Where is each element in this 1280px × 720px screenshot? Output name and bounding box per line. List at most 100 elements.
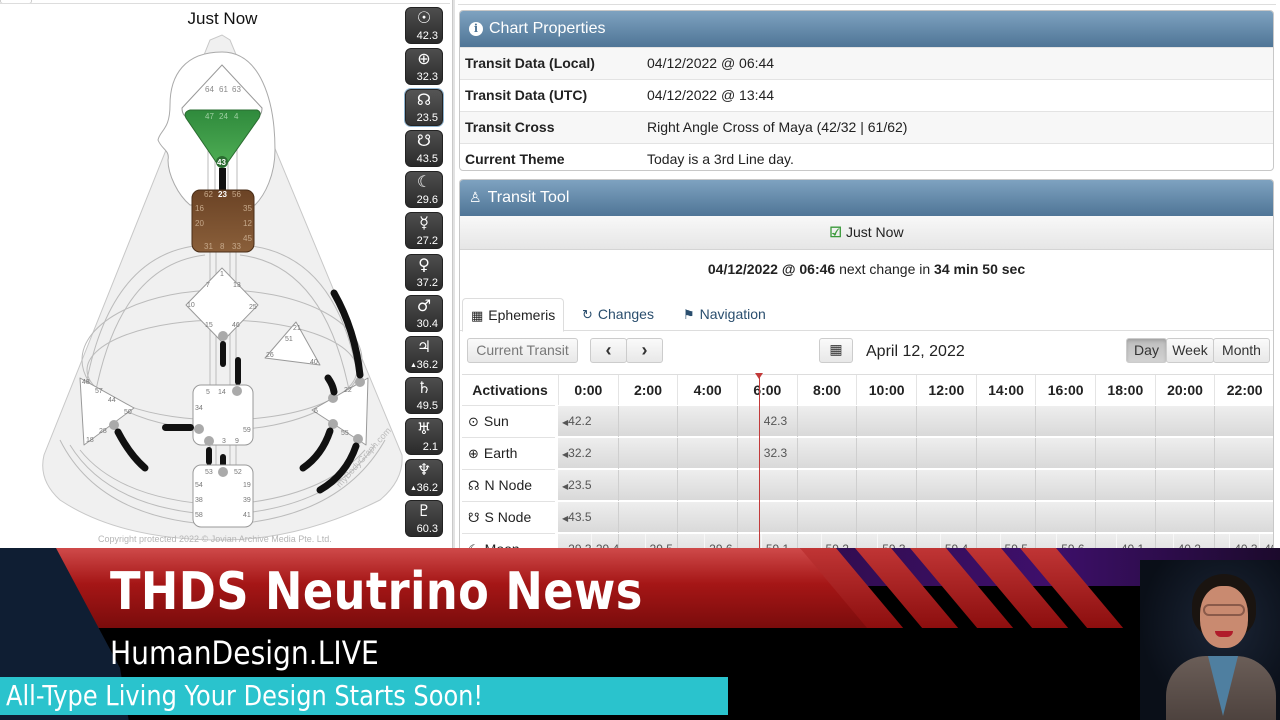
current-transit-button[interactable]: Current Transit bbox=[467, 338, 578, 363]
planet-gate-value: 23.5 bbox=[416, 112, 438, 125]
planet-button-north-node[interactable]: ☊ 23.5 bbox=[405, 89, 443, 127]
neptune-icon: ♆ bbox=[416, 460, 432, 480]
property-key: Transit Cross bbox=[465, 119, 555, 135]
activation-segment[interactable]: 42.3 bbox=[758, 406, 787, 437]
svg-text:3: 3 bbox=[222, 438, 226, 445]
activation-row: ☊ N Node ◀23.5 bbox=[462, 469, 1273, 501]
planet-button-south-node[interactable]: ☋ 43.5 bbox=[405, 130, 443, 168]
hour-gridline bbox=[737, 406, 738, 437]
planet-button-pluto[interactable]: ♇ 60.3 bbox=[405, 500, 443, 538]
planet-button-mercury[interactable]: ☿ 27.2 bbox=[405, 212, 443, 250]
planet-button-saturn[interactable]: ♄ 49.5 bbox=[405, 376, 443, 414]
just-now-button[interactable]: ☑ Just Now bbox=[460, 216, 1273, 250]
svg-text:6: 6 bbox=[314, 408, 318, 415]
property-row: Current Theme Today is a 3rd Line day. bbox=[460, 143, 1273, 170]
chart-title: Just Now bbox=[187, 9, 258, 28]
activations-header: Activations bbox=[472, 382, 548, 398]
activation-segment[interactable]: ◀43.5 bbox=[558, 502, 592, 533]
calendar-button[interactable]: ▦ bbox=[819, 338, 853, 363]
next-change-datetime: 04/12/2022 @ 06:46 bbox=[707, 261, 836, 277]
svg-text:48: 48 bbox=[82, 379, 90, 386]
planet-gate-value: 32.3 bbox=[416, 71, 438, 84]
planet-button-venus[interactable]: ♀ 37.2 bbox=[405, 253, 443, 291]
gate-line-value: 43.5 bbox=[568, 510, 592, 524]
channel-23-43 bbox=[219, 168, 226, 192]
hour-gridline bbox=[1095, 438, 1096, 469]
ticker-text: All-Type Living Your Design Starts Soon! bbox=[6, 679, 484, 712]
svg-text:35: 35 bbox=[243, 204, 252, 213]
activation-track: ◀43.5 bbox=[558, 501, 1273, 533]
tab-changes[interactable]: ↻ Changes bbox=[574, 298, 662, 332]
mars-icon: ♂ bbox=[416, 295, 432, 315]
moon-icon: ☾ bbox=[416, 172, 432, 192]
grid-header: Activations 0:00 2:00 4:00 6:00 8:00 10:00 12:0… bbox=[462, 374, 1273, 406]
activation-segment[interactable]: 32.3 bbox=[758, 438, 788, 469]
planet-button-earth[interactable]: ⊕ 32.3 bbox=[405, 48, 443, 86]
svg-text:14: 14 bbox=[218, 389, 226, 396]
activation-track: ◀32.2 32.3 bbox=[558, 437, 1273, 469]
pluto-icon: ♇ bbox=[416, 501, 432, 521]
signpost-icon: ⚑ bbox=[683, 308, 695, 323]
activation-label[interactable]: ☋ S Node bbox=[462, 501, 555, 532]
hour-header: 2:00 bbox=[617, 375, 678, 406]
planet-button-mars[interactable]: ♂ 30.4 bbox=[405, 294, 443, 332]
saturn-icon: ♄ bbox=[416, 377, 432, 397]
hour-gridline bbox=[1095, 406, 1096, 437]
hour-gridline bbox=[1035, 438, 1037, 469]
property-key: Transit Data (UTC) bbox=[465, 87, 588, 103]
activation-segment[interactable]: ◀23.5 bbox=[558, 470, 592, 501]
activation-label[interactable]: ⊕ Earth bbox=[462, 437, 555, 468]
svg-text:46: 46 bbox=[232, 322, 240, 329]
mercury-icon: ☿ bbox=[419, 213, 429, 233]
planet-button-sun[interactable]: ☉ 42.3 bbox=[405, 7, 443, 44]
svg-text:1: 1 bbox=[220, 271, 224, 278]
tab-ephemeris[interactable]: ▦ Ephemeris bbox=[462, 298, 565, 332]
hour-gridline bbox=[1214, 406, 1216, 437]
planet-button-uranus[interactable]: ♅ 2.1 bbox=[405, 417, 443, 455]
next-button[interactable]: › bbox=[626, 338, 663, 363]
range-month-button[interactable]: Month bbox=[1213, 338, 1270, 363]
planet-button-neptune[interactable]: ♆ ▲ 36.2 bbox=[405, 459, 443, 497]
date-label: April 12, 2022 bbox=[866, 343, 965, 360]
planet-button-moon[interactable]: ☾ 29.6 bbox=[405, 171, 443, 209]
channel-2-14 bbox=[220, 341, 226, 367]
bodygraph-panel: 64 61 63 47 24 4 43 62 56 16 35 20 12 45 31 8 33 2… bbox=[0, 0, 450, 550]
activation-row: ⊕ Earth ◀32.2 32.3 bbox=[462, 437, 1273, 469]
range-day-button[interactable]: Day bbox=[1126, 338, 1167, 363]
s-node-icon: ☋ bbox=[468, 511, 480, 526]
planet-name: Sun bbox=[483, 413, 509, 429]
prev-button[interactable]: ‹ bbox=[590, 338, 627, 363]
bodygraph-svg[interactable]: 64 61 63 47 24 4 43 62 56 16 35 20 1245 31 8 33 2… bbox=[0, 0, 405, 550]
copyright-text: Copyright protected 2022 © Jovian Archiv… bbox=[98, 534, 332, 544]
property-value: 04/12/2022 @ 06:44 bbox=[647, 55, 775, 71]
activation-label[interactable]: ☊ N Node bbox=[462, 469, 555, 500]
svg-text:24: 24 bbox=[219, 112, 228, 121]
site-name: HumanDesign.LIVE bbox=[110, 634, 379, 672]
hour-gridline bbox=[677, 406, 679, 437]
svg-text:31: 31 bbox=[204, 242, 213, 251]
calendar-icon: ▦ bbox=[829, 342, 843, 358]
activation-segment[interactable]: ◀32.2 bbox=[558, 438, 592, 469]
svg-text:50: 50 bbox=[124, 409, 132, 416]
hour-header: 10:00 bbox=[856, 375, 916, 406]
check-icon: ☑ bbox=[829, 224, 842, 240]
current-time-marker bbox=[754, 373, 763, 379]
planet-button-jupiter[interactable]: ♃ ▲ 36.2 bbox=[405, 335, 443, 373]
planet-name: S Node bbox=[484, 509, 532, 525]
hour-gridline bbox=[1214, 470, 1216, 501]
planet-gate-value: 27.2 bbox=[416, 235, 438, 248]
panel-splitter[interactable] bbox=[452, 0, 455, 550]
hour-gridline bbox=[975, 502, 977, 533]
tab-navigation[interactable]: ⚑ Navigation bbox=[675, 298, 774, 332]
hour-gridline bbox=[796, 438, 798, 469]
svg-text:18: 18 bbox=[86, 437, 94, 444]
hour-header: 0:00 bbox=[558, 375, 618, 406]
activation-label[interactable]: ⊙ Sun bbox=[462, 405, 555, 436]
planet-gate-value: 29.6 bbox=[416, 194, 438, 207]
svg-text:56: 56 bbox=[232, 190, 241, 199]
range-week-button[interactable]: Week bbox=[1166, 338, 1214, 363]
activation-segment[interactable]: ◀42.2 bbox=[558, 406, 592, 437]
hour-gridline bbox=[856, 406, 858, 437]
gate-line-value: 32.3 bbox=[763, 446, 788, 460]
hour-gridline bbox=[856, 438, 858, 469]
